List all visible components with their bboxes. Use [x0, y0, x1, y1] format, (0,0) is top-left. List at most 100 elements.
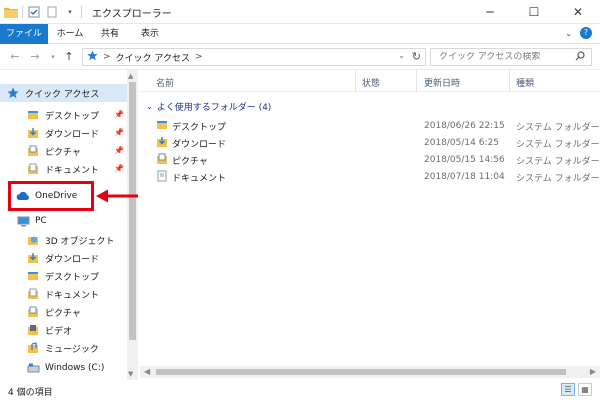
sidebar-item-label: 3D オブジェクト — [45, 236, 115, 247]
sidebar-item-label: クイック アクセス — [25, 89, 100, 100]
sidebar-item-pc-downloads[interactable]: ダウンロード — [0, 249, 99, 267]
table-row[interactable]: デスクトップ 2018/06/26 22:15 システム フォルダー — [140, 118, 600, 134]
download-folder-icon — [26, 126, 40, 140]
pictures-folder-icon — [26, 305, 40, 319]
pin-icon[interactable]: 📌 — [114, 128, 124, 137]
column-divider[interactable] — [416, 70, 417, 92]
table-row[interactable]: ダウンロード 2018/05/14 6:25 システム フォルダー — [140, 135, 600, 151]
breadcrumb-chevron[interactable]: > — [195, 52, 203, 62]
file-list: 名前 状態 更新日時 種類 ⌄ よく使用するフォルダー (4) デスクトップ 2… — [140, 70, 600, 370]
back-button[interactable]: ← — [8, 49, 22, 65]
documents-folder-icon — [26, 287, 40, 301]
row-type: システム フォルダー — [516, 156, 600, 167]
scroll-up-icon[interactable]: ▲ — [128, 72, 133, 80]
sidebar-item-3d-objects[interactable]: 3D オブジェクト — [0, 231, 115, 249]
properties-icon[interactable] — [27, 5, 41, 19]
sidebar-item-drive-c[interactable]: Windows (C:) — [0, 359, 104, 377]
sidebar-item-label: ビデオ — [45, 326, 73, 337]
address-bar[interactable]: > クイック アクセス > ⌄ ↻ — [82, 48, 426, 66]
search-icon[interactable] — [575, 50, 585, 64]
sidebar-item-videos[interactable]: ビデオ — [0, 321, 72, 339]
sidebar-item-downloads[interactable]: ダウンロード 📌 — [0, 124, 124, 142]
chevron-down-icon[interactable]: ▾ — [63, 5, 77, 19]
row-date: 2018/07/18 11:04 — [424, 172, 505, 182]
folder-icon — [4, 5, 18, 19]
sidebar-item-music[interactable]: ミュージック — [0, 339, 99, 357]
close-button[interactable]: ✕ — [556, 0, 600, 24]
scroll-down-icon[interactable]: ▼ — [128, 370, 133, 378]
tab-share[interactable]: 共有 — [92, 24, 128, 44]
sidebar-item-label: ピクチャ — [45, 147, 81, 158]
refresh-icon[interactable]: ↻ — [412, 50, 421, 63]
item-count: 4 個の項目 — [8, 388, 53, 398]
sidebar-item-label: ピクチャ — [45, 308, 81, 319]
tab-view[interactable]: 表示 — [132, 24, 168, 44]
scrollbar-thumb[interactable] — [156, 369, 566, 375]
new-folder-icon[interactable] — [45, 5, 59, 19]
window-title: エクスプローラー — [92, 9, 172, 20]
column-header-status[interactable]: 状態 — [362, 76, 380, 89]
group-header[interactable]: ⌄ よく使用するフォルダー (4) — [146, 100, 271, 113]
column-header-name[interactable]: 名前 — [156, 76, 174, 89]
minimize-button[interactable]: ─ — [468, 0, 512, 24]
breadcrumb-quick-access[interactable]: クイック アクセス — [116, 51, 190, 64]
toolbar-separator — [81, 6, 82, 18]
navigation-pane-scrollbar[interactable]: ▲ ▼ — [127, 70, 138, 380]
recent-locations-button[interactable]: ▾ — [46, 49, 60, 65]
row-date: 2018/05/15 14:56 — [424, 155, 505, 165]
tab-home[interactable]: ホーム — [52, 24, 88, 44]
scroll-right-icon[interactable]: ▶ — [590, 367, 596, 376]
search-box[interactable] — [430, 48, 592, 66]
sidebar-item-pc[interactable]: PC — [0, 212, 47, 230]
column-divider[interactable] — [355, 70, 356, 92]
table-row[interactable]: ドキュメント 2018/07/18 11:04 システム フォルダー — [140, 169, 600, 185]
sidebar-item-quick-access[interactable]: クイック アクセス — [0, 84, 127, 102]
sidebar-item-label: ダウンロード — [45, 129, 100, 140]
forward-button[interactable]: → — [28, 49, 42, 65]
row-name: デスクトップ — [156, 119, 226, 134]
row-name: ダウンロード — [156, 136, 226, 151]
column-header-modified[interactable]: 更新日時 — [424, 76, 460, 89]
sidebar-item-pc-pictures[interactable]: ピクチャ — [0, 303, 81, 321]
download-folder-icon — [156, 136, 168, 151]
large-icons-view-icon[interactable]: ▦ — [578, 383, 592, 396]
search-input[interactable] — [439, 52, 569, 62]
pin-icon[interactable]: 📌 — [114, 164, 124, 173]
download-folder-icon — [26, 251, 40, 265]
row-name-text: ドキュメント — [172, 173, 227, 184]
sidebar-item-pictures[interactable]: ピクチャ 📌 — [0, 142, 124, 160]
chevron-down-icon[interactable]: ⌄ — [146, 102, 153, 111]
sidebar-item-pc-desktop[interactable]: デスクトップ — [0, 267, 99, 285]
column-header-type[interactable]: 種類 — [516, 76, 534, 89]
row-name-text: ピクチャ — [172, 156, 208, 167]
row-name: ドキュメント — [156, 170, 226, 185]
sidebar-item-pc-documents[interactable]: ドキュメント — [0, 285, 99, 303]
column-divider[interactable] — [509, 70, 510, 92]
onedrive-highlight-box — [8, 181, 94, 211]
scroll-left-icon[interactable]: ◀ — [144, 367, 150, 376]
videos-folder-icon — [26, 323, 40, 337]
toolbar-separator — [22, 6, 23, 18]
sidebar-item-label: デスクトップ — [45, 272, 100, 283]
maximize-button[interactable]: ☐ — [512, 0, 556, 24]
expand-ribbon-icon[interactable]: ⌄ — [565, 29, 572, 38]
pin-icon[interactable]: 📌 — [114, 110, 124, 119]
sidebar-item-desktop[interactable]: デスクトップ 📌 — [0, 106, 124, 124]
row-date: 2018/05/14 6:25 — [424, 138, 499, 148]
table-row[interactable]: ピクチャ 2018/05/15 14:56 システム フォルダー — [140, 152, 600, 168]
address-dropdown-icon[interactable]: ⌄ — [398, 51, 405, 60]
pin-icon[interactable]: 📌 — [114, 146, 124, 155]
status-bar: 4 個の項目 ☰ ▦ — [0, 380, 600, 400]
breadcrumb-chevron[interactable]: > — [103, 52, 111, 62]
sidebar-item-label: PC — [35, 216, 47, 226]
scrollbar-thumb[interactable] — [129, 82, 136, 340]
horizontal-scrollbar[interactable]: ◀ ▶ — [140, 366, 600, 378]
row-type: システム フォルダー — [516, 139, 600, 150]
sidebar-item-documents[interactable]: ドキュメント 📌 — [0, 160, 124, 178]
up-button[interactable]: ↑ — [62, 49, 76, 65]
documents-folder-icon — [156, 170, 168, 185]
help-icon[interactable]: ? — [580, 27, 592, 39]
details-view-icon[interactable]: ☰ — [561, 383, 575, 396]
row-name-text: デスクトップ — [172, 122, 227, 133]
tab-file[interactable]: ファイル — [0, 24, 48, 44]
